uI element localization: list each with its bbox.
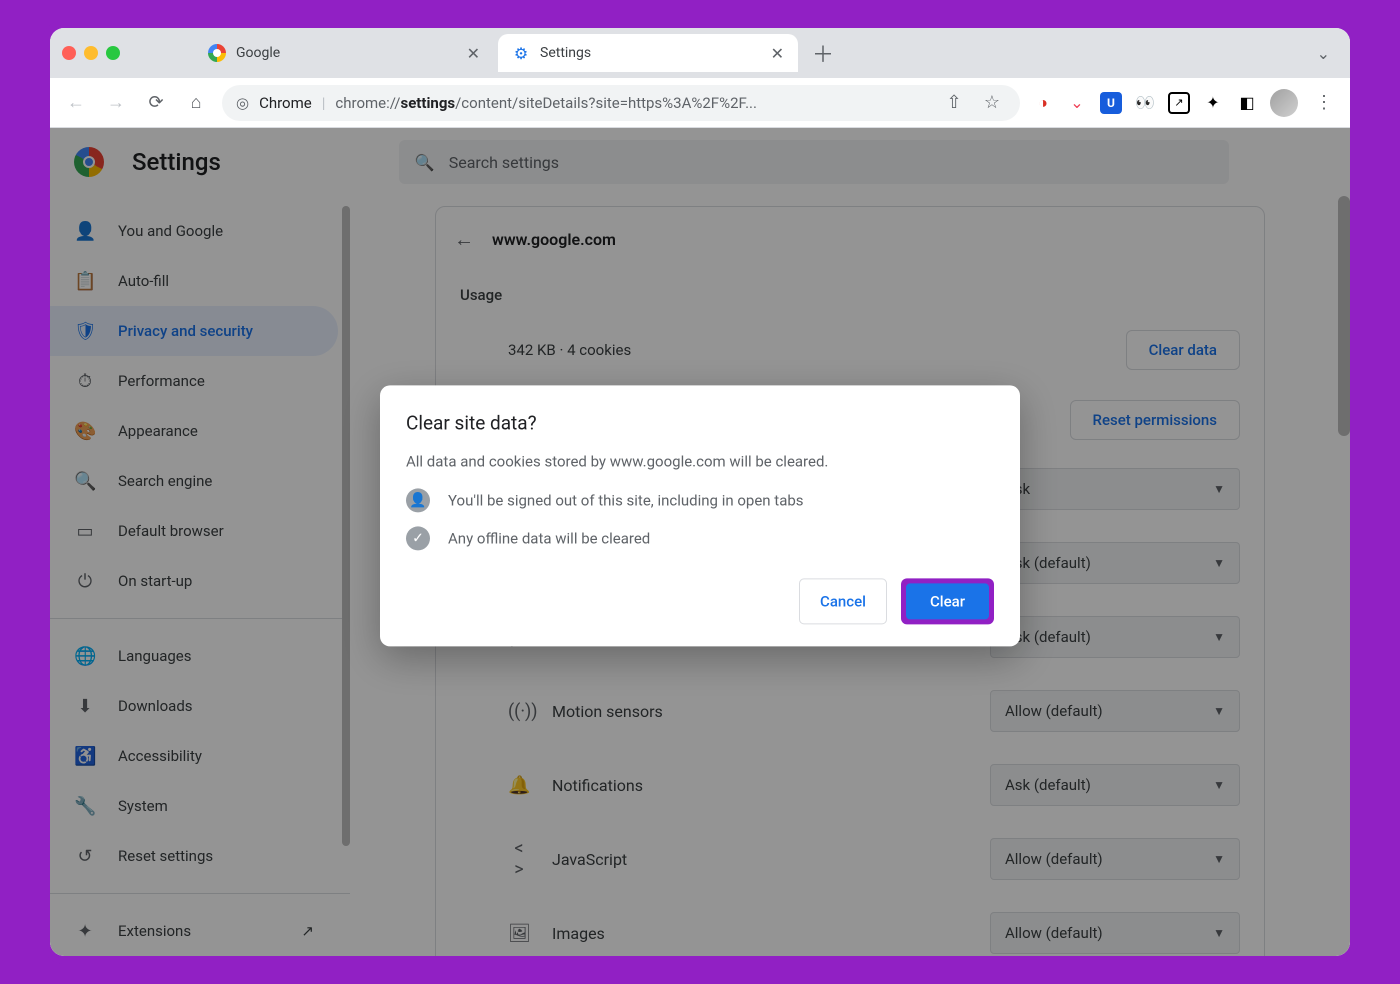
dialog-bullet-text: You'll be signed out of this site, inclu…	[448, 491, 804, 509]
dialog-actions: Cancel Clear	[406, 578, 994, 624]
url-scheme-label: Chrome	[259, 94, 312, 112]
new-tab-button[interactable]: ＋	[802, 37, 844, 69]
address-bar[interactable]: ◎ Chrome | chrome://settings/content/sit…	[222, 85, 1020, 121]
tab-overflow-button[interactable]: ⌄	[1309, 44, 1338, 63]
dialog-bullet: ✓ Any offline data will be cleared	[406, 526, 994, 550]
window-controls	[62, 46, 120, 60]
person-icon: 👤	[406, 488, 430, 512]
highlight-annotation: Clear	[901, 578, 994, 624]
close-tab-icon[interactable]: ✕	[467, 44, 480, 63]
check-icon: ✓	[406, 526, 430, 550]
maximize-window-button[interactable]	[106, 46, 120, 60]
dialog-bullet: 👤 You'll be signed out of this site, inc…	[406, 488, 994, 512]
cancel-button[interactable]: Cancel	[799, 578, 887, 624]
extensions-menu-icon[interactable]: ✦	[1202, 92, 1224, 114]
close-window-button[interactable]	[62, 46, 76, 60]
dialog-bullet-text: Any offline data will be cleared	[448, 529, 650, 547]
forward-button[interactable]: →	[102, 89, 130, 117]
browser-toolbar: ← → ⟳ ⌂ ◎ Chrome | chrome://settings/con…	[50, 78, 1350, 128]
tab-label: Google	[236, 45, 280, 61]
ublock-icon[interactable]: ◑	[1032, 92, 1054, 114]
clear-site-data-dialog: Clear site data? All data and cookies st…	[380, 385, 1020, 646]
sidepanel-icon[interactable]: ◧	[1236, 92, 1258, 114]
bookmark-icon[interactable]: ☆	[978, 89, 1006, 117]
url-text: chrome://settings/content/siteDetails?si…	[335, 94, 757, 112]
browser-window: Google ✕ ⚙ Settings ✕ ＋ ⌄ ← → ⟳ ⌂ ◎ Chro…	[50, 28, 1350, 956]
home-button[interactable]: ⌂	[182, 89, 210, 117]
site-info-icon[interactable]: ◎	[236, 94, 249, 112]
tab-google[interactable]: Google ✕	[194, 34, 494, 72]
tab-strip: Google ✕ ⚙ Settings ✕ ＋ ⌄	[50, 28, 1350, 78]
extension-icons: ◑ ⌄ U 👀 ↗ ✦ ◧ ⋮	[1032, 89, 1338, 117]
close-tab-icon[interactable]: ✕	[771, 44, 784, 63]
bitwarden-icon[interactable]: U	[1100, 92, 1122, 114]
dialog-title: Clear site data?	[406, 411, 994, 434]
profile-avatar[interactable]	[1270, 89, 1298, 117]
dialog-body: All data and cookies stored by www.googl…	[406, 452, 994, 470]
google-favicon-icon	[208, 44, 226, 62]
pocket-icon[interactable]: ⌄	[1066, 92, 1088, 114]
settings-favicon-icon: ⚙	[512, 44, 530, 62]
back-button[interactable]: ←	[62, 89, 90, 117]
chrome-menu-button[interactable]: ⋮	[1310, 89, 1338, 117]
extension-icon[interactable]: ↗	[1168, 92, 1190, 114]
share-icon[interactable]: ⇧	[940, 89, 968, 117]
clear-button[interactable]: Clear	[906, 583, 989, 619]
content-area: Settings 🔍 Search settings 👤You and Goog…	[50, 128, 1350, 956]
reload-button[interactable]: ⟳	[142, 89, 170, 117]
minimize-window-button[interactable]	[84, 46, 98, 60]
extension-icon[interactable]: 👀	[1134, 92, 1156, 114]
tab-settings[interactable]: ⚙ Settings ✕	[498, 34, 798, 72]
tab-label: Settings	[540, 45, 591, 61]
